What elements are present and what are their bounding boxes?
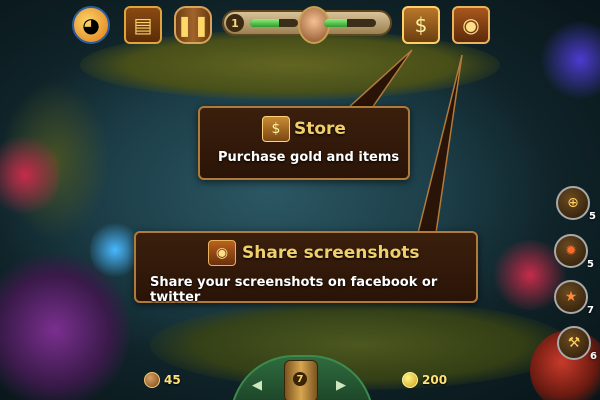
pearl-counter: 45 (144, 372, 181, 388)
cannon-increase-arrow-icon[interactable]: ▶ (336, 378, 346, 393)
store-pointer (346, 49, 413, 109)
share-pointer (417, 54, 463, 234)
cannon-decrease-arrow-icon[interactable]: ◀ (252, 378, 262, 393)
powerup-net-button[interactable]: ⊕ 5 (556, 186, 596, 222)
store-tooltip-description: Purchase gold and items (218, 150, 400, 165)
store-tooltip-title: Store (294, 119, 346, 139)
gold-coin-icon (402, 372, 418, 388)
powerup-count: 6 (590, 351, 597, 362)
game-stage[interactable]: ◕ ▤ ❚❚ 1 $ ◉ $ Store Purchase gold and i… (0, 0, 600, 400)
pearl-icon (144, 372, 160, 388)
fire-icon: ✹ (565, 243, 577, 259)
powerup-count: 5 (589, 211, 596, 222)
store-tooltip: $ Store Purchase gold and items (198, 106, 410, 180)
net-icon: ⊕ (567, 195, 579, 211)
powerup-count: 7 (587, 305, 594, 316)
powerup-count: 5 (587, 259, 594, 270)
hammer-icon: ⚒ (567, 335, 581, 351)
share-tooltip-description: Share your screenshots on facebook or tw… (150, 275, 438, 305)
share-tooltip-title: Share screenshots (242, 243, 420, 263)
pearl-count: 45 (164, 373, 181, 387)
starfish-icon: ★ (564, 289, 578, 305)
powerup-hammer-button[interactable]: ⚒ 6 (557, 326, 597, 362)
powerup-starfish-button[interactable]: ★ 7 (554, 280, 594, 316)
store-chest-icon-small: $ (262, 116, 290, 142)
coin-counter: 200 (402, 372, 447, 388)
tooltip-pointers (346, 49, 463, 234)
powerup-fire-button[interactable]: ✹ 5 (554, 234, 594, 270)
coin-count: 200 (422, 373, 448, 387)
share-tooltip: ◉ Share screenshots Share your screensho… (134, 231, 478, 305)
camera-icon-small: ◉ (208, 240, 236, 266)
cannon-level: 7 (293, 372, 307, 386)
